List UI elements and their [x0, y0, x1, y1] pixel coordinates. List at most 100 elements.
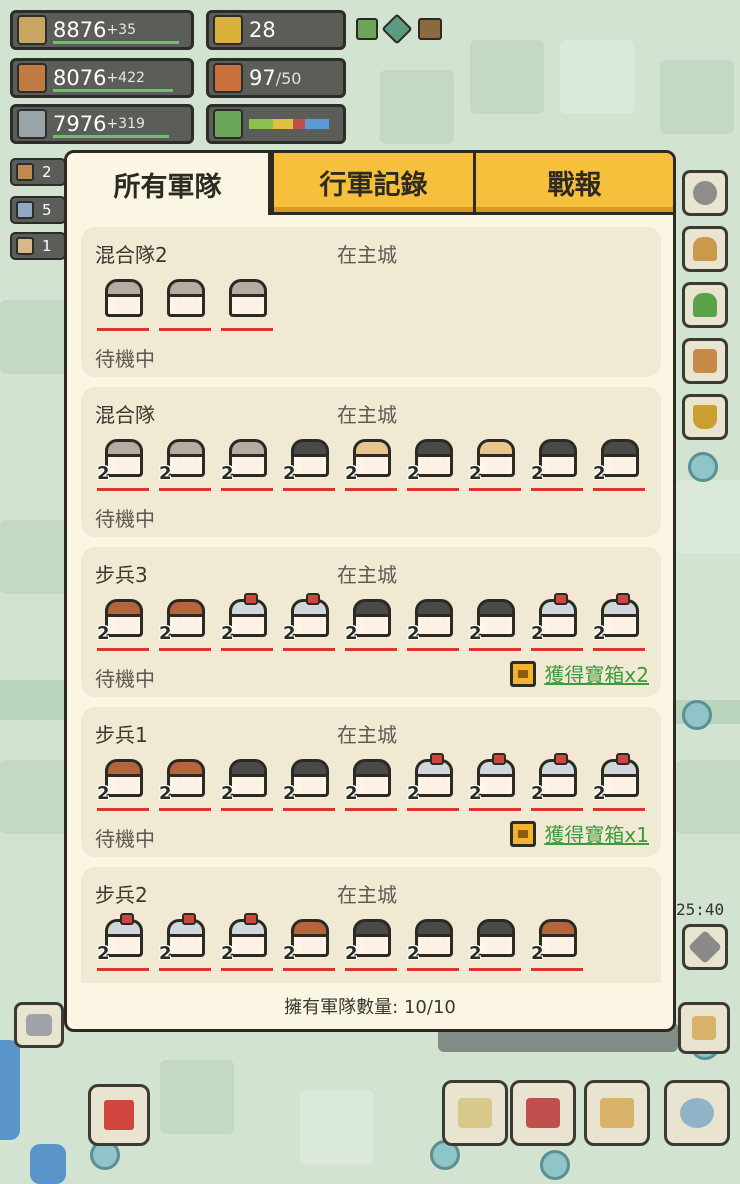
army-location: 在主城: [337, 403, 397, 427]
soldier-level: 2: [221, 463, 234, 484]
chat-button[interactable]: [14, 1002, 64, 1048]
soldier-face: [177, 457, 199, 473]
tab-all-armies[interactable]: 所有軍隊: [67, 153, 271, 215]
soldier-unit[interactable]: 2: [95, 595, 151, 653]
soldier-unit[interactable]: 2: [529, 435, 585, 493]
side-chip-cubes[interactable]: 5: [10, 196, 66, 224]
settings-button[interactable]: [682, 170, 728, 216]
soldier-unit[interactable]: 2: [95, 913, 151, 973]
soldier-face: [177, 937, 199, 953]
soldier-unit[interactable]: [219, 275, 275, 333]
soldier-unit[interactable]: 2: [343, 915, 399, 973]
cube-icon: [16, 201, 34, 219]
claim-chest-link[interactable]: 獲得寶箱x1: [510, 819, 649, 848]
army-list[interactable]: 混合隊2 在主城 待機中 混合隊 在主城 2 2 2 2 2 2 2 2 2 待機中 步兵3 在主城 2 2 2 2 2 2…: [81, 227, 661, 983]
soldier-unit[interactable]: 2: [343, 435, 399, 493]
soldier-unit[interactable]: 2: [219, 755, 275, 813]
soldier-unit[interactable]: 2: [95, 435, 151, 493]
quest-button[interactable]: [682, 338, 728, 384]
flag-button[interactable]: [88, 1084, 150, 1146]
soldier-head-icon: [167, 913, 205, 937]
soldier-level: 2: [345, 943, 358, 964]
soldier-level: 2: [97, 623, 110, 644]
resource-population[interactable]: 97 /50: [206, 58, 346, 98]
side-chip-scrolls[interactable]: 1: [10, 232, 66, 260]
soldier-level: 2: [345, 623, 358, 644]
soldier-unit[interactable]: 2: [467, 595, 523, 653]
resource-wood[interactable]: 8076 +422: [10, 58, 194, 98]
soldier-head-icon: [105, 439, 143, 457]
soldier-unit[interactable]: 2: [467, 915, 523, 973]
soldier-face: [239, 777, 261, 793]
wheat-icon: [17, 15, 47, 45]
tab-march-log[interactable]: 行軍記錄: [271, 153, 473, 215]
soldier-hp-bar: [345, 648, 397, 651]
soldier-unit[interactable]: 2: [219, 593, 275, 653]
edit-button[interactable]: [682, 924, 728, 970]
friends-button[interactable]: [682, 282, 728, 328]
soldier-unit[interactable]: 2: [405, 595, 461, 653]
soldier-unit[interactable]: 2: [343, 755, 399, 813]
side-chip-books[interactable]: 2: [10, 158, 66, 186]
stone-capacity-bar: [53, 135, 169, 138]
soldier-unit[interactable]: 2: [281, 593, 337, 653]
soldier-face: [115, 457, 137, 473]
soldier-unit[interactable]: 2: [281, 755, 337, 813]
soldier-unit[interactable]: 2: [467, 435, 523, 493]
army-tabs: 所有軍隊 行軍記錄 戰報: [67, 153, 673, 215]
mail-button[interactable]: [584, 1080, 650, 1146]
resource-wheat[interactable]: 8876 +35: [10, 10, 194, 50]
news-button[interactable]: [678, 1002, 730, 1054]
soldier-unit[interactable]: 2: [529, 915, 585, 973]
soldier-unit[interactable]: 2: [405, 753, 461, 813]
soldier-level: 2: [221, 623, 234, 644]
soldier-unit[interactable]: 2: [529, 753, 585, 813]
soldier-unit[interactable]: 2: [405, 435, 461, 493]
soldier-unit[interactable]: 2: [591, 753, 647, 813]
soldier-unit[interactable]: 2: [529, 593, 585, 653]
soldier-hp-bar: [159, 968, 211, 971]
resource-stone[interactable]: 7976 +319: [10, 104, 194, 144]
tab-battle-report[interactable]: 戰報: [473, 153, 673, 215]
soldier-hp-bar: [159, 808, 211, 811]
soldier-unit[interactable]: 2: [343, 595, 399, 653]
tech-progress[interactable]: [206, 104, 346, 144]
soldier-unit[interactable]: 2: [219, 435, 275, 493]
soldier-unit[interactable]: 2: [591, 593, 647, 653]
ranking-button[interactable]: [682, 394, 728, 440]
soldier-unit[interactable]: 2: [281, 915, 337, 973]
soldier-unit[interactable]: 2: [157, 435, 213, 493]
claim-chest-link[interactable]: 獲得寶箱x2: [510, 659, 649, 688]
soldier-unit[interactable]: 2: [95, 755, 151, 813]
soldier-unit[interactable]: 2: [157, 755, 213, 813]
soldier-face: [301, 457, 323, 473]
soldier-face: [115, 617, 137, 633]
soldier-head-icon: [415, 753, 453, 777]
build-button[interactable]: [442, 1080, 508, 1146]
soldier-face: [177, 777, 199, 793]
army-card[interactable]: 步兵1 在主城 2 2 2 2 2 2 2 2 2 待機中 獲得寶箱x1: [81, 707, 661, 857]
map-tile: [160, 1060, 234, 1134]
army-card[interactable]: 混合隊2 在主城 待機中: [81, 227, 661, 377]
army-shortcut[interactable]: [356, 13, 446, 45]
profile-button[interactable]: [682, 226, 728, 272]
army-card[interactable]: 混合隊 在主城 2 2 2 2 2 2 2 2 2 待機中: [81, 387, 661, 537]
soldier-unit[interactable]: 2: [591, 435, 647, 493]
soldier-unit[interactable]: 2: [467, 753, 523, 813]
claim-chest-label: 獲得寶箱x2: [544, 663, 649, 687]
army-card[interactable]: 步兵2 在主城 2 2 2 2 2 2 2 2: [81, 867, 661, 983]
army-card[interactable]: 步兵3 在主城 2 2 2 2 2 2 2 2 2 待機中 獲得寶箱x2: [81, 547, 661, 697]
soldier-unit[interactable]: 2: [157, 913, 213, 973]
soldier-unit[interactable]: 2: [405, 915, 461, 973]
social-button[interactable]: [664, 1080, 730, 1146]
resource-coins[interactable]: 28: [206, 10, 346, 50]
soldier-unit[interactable]: 2: [281, 435, 337, 493]
soldier-unit[interactable]: 2: [157, 595, 213, 653]
soldier-unit[interactable]: 2: [219, 913, 275, 973]
side-chip-value: 1: [42, 237, 52, 255]
shop-button[interactable]: [510, 1080, 576, 1146]
soldier-unit[interactable]: [95, 275, 151, 333]
soldier-hp-bar: [531, 648, 583, 651]
soldier-unit[interactable]: [157, 275, 213, 333]
soldier-head-icon: [539, 439, 577, 457]
